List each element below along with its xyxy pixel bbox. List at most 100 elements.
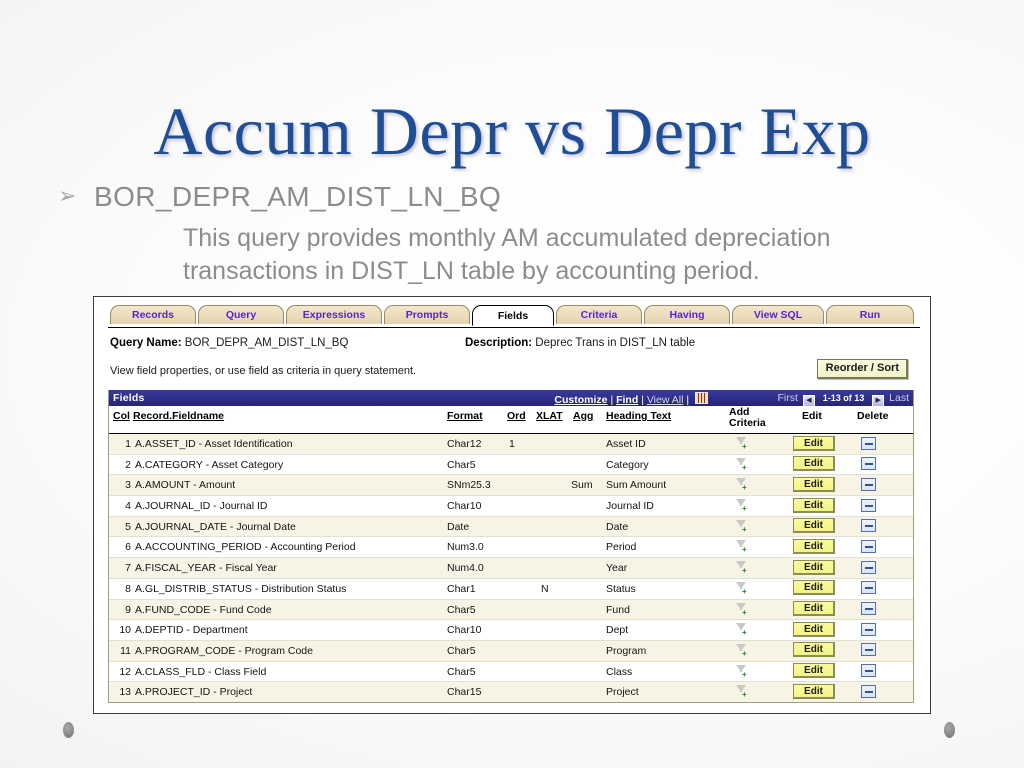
spreadsheet-download-icon[interactable] (695, 392, 708, 404)
tab-fields[interactable]: Fields (472, 305, 554, 326)
add-criteria-funnel-icon[interactable]: + (736, 540, 749, 554)
cell-format: Num4.0 (447, 562, 484, 575)
delete-button[interactable] (861, 602, 876, 615)
bullet-level2-text: This query provides monthly AM accumulat… (183, 224, 831, 286)
add-criteria-funnel-icon[interactable]: + (736, 581, 749, 596)
delete-button[interactable] (861, 539, 876, 553)
cell-format: Char1 (447, 582, 476, 595)
cell-col: 13 (119, 686, 131, 699)
cell-heading: Period (606, 541, 637, 554)
bullet-item-level1: ➢ BOR_DEPR_AM_DIST_LN_BQ (58, 181, 978, 212)
add-criteria-funnel-icon[interactable]: + (736, 685, 749, 699)
delete-button[interactable] (861, 581, 876, 595)
edit-button[interactable]: Edit (793, 559, 835, 575)
column-header-col[interactable]: Col (113, 410, 130, 422)
reorder-sort-button[interactable]: Reorder / Sort (816, 359, 908, 379)
delete-button[interactable] (861, 622, 876, 636)
add-criteria-funnel-icon[interactable]: + (736, 561, 749, 575)
column-header-xlat[interactable]: XLAT (536, 410, 563, 422)
add-criteria-funnel-icon[interactable]: + (736, 478, 749, 492)
cell-col: 2 (125, 458, 131, 471)
add-criteria-funnel-icon[interactable]: + (736, 664, 749, 679)
tab-criteria[interactable]: Criteria (556, 305, 642, 324)
page-title: Accum Depr vs Depr Exp (153, 93, 871, 169)
decorative-dot-left (63, 722, 74, 738)
tab-having[interactable]: Having (644, 305, 730, 324)
find-link[interactable]: Find (616, 394, 638, 406)
first-page-link[interactable]: First (778, 392, 798, 404)
customize-link[interactable]: Customize (554, 394, 607, 406)
cell-col: 8 (125, 582, 131, 595)
column-header-agg[interactable]: Agg (573, 410, 593, 422)
cell-xlat: N (541, 582, 549, 595)
edit-button[interactable]: Edit (793, 476, 835, 492)
delete-button[interactable] (861, 560, 876, 574)
tab-records[interactable]: Records (110, 305, 196, 324)
edit-button[interactable]: Edit (793, 456, 835, 472)
field-properties-hint: View field properties, or use field as c… (110, 365, 417, 377)
cell-col: 7 (125, 562, 131, 575)
table-row: 11 A.PROGRAM_CODE - Program Code Char5 P… (109, 640, 913, 662)
column-header-add-criteria: Add Criteria (729, 407, 766, 428)
delete-button[interactable] (861, 684, 876, 698)
edit-button[interactable]: Edit (793, 538, 835, 554)
edit-button[interactable]: Edit (793, 621, 835, 637)
add-criteria-funnel-icon[interactable]: + (736, 602, 749, 617)
table-row: 1 A.ASSET_ID - Asset Identification Char… (109, 434, 913, 455)
delete-button[interactable] (861, 643, 876, 657)
edit-button[interactable]: Edit (793, 601, 835, 616)
delete-button[interactable] (861, 477, 876, 491)
column-header-heading-text[interactable]: Heading Text (606, 410, 671, 422)
table-row: 6 A.ACCOUNTING_PERIOD - Accounting Perio… (109, 537, 913, 559)
add-criteria-funnel-icon[interactable]: + (736, 499, 749, 513)
column-header-ord[interactable]: Ord (507, 410, 526, 422)
hint-row: View field properties, or use field as c… (108, 359, 920, 385)
edit-button[interactable]: Edit (793, 497, 835, 513)
cell-format: Char15 (447, 686, 482, 699)
tab-run[interactable]: Run (826, 305, 914, 324)
bullet-list: ➢ BOR_DEPR_AM_DIST_LN_BQ This query prov… (58, 181, 978, 288)
peoplesoft-query-manager-screenshot: Records Query Expressions Prompts Fields… (93, 296, 931, 714)
grid-tools: Customize | Find | View All | (554, 392, 708, 406)
edit-button[interactable]: Edit (793, 642, 835, 658)
cell-heading: Sum Amount (606, 479, 667, 492)
table-row: 3 A.AMOUNT - Amount SNm25.3 Sum Sum Amou… (109, 475, 913, 497)
edit-button[interactable]: Edit (793, 683, 835, 699)
cell-field: A.CLASS_FLD - Class Field (135, 665, 267, 678)
view-all-link[interactable]: View All (647, 394, 684, 406)
tools-sep-2: | (641, 394, 644, 406)
cell-heading: Category (606, 458, 649, 471)
page-range-label: 1-13 of 13 (822, 393, 865, 403)
add-criteria-funnel-icon[interactable]: + (736, 623, 749, 637)
delete-button[interactable] (861, 664, 876, 678)
cell-format: Char5 (447, 665, 476, 678)
delete-button[interactable] (861, 457, 876, 471)
add-criteria-funnel-icon[interactable]: + (736, 437, 749, 451)
cell-field: A.FISCAL_YEAR - Fiscal Year (135, 562, 277, 575)
slide-canvas: Accum Depr vs Depr Exp ➢ BOR_DEPR_AM_DIS… (0, 0, 1024, 768)
edit-button[interactable]: Edit (793, 580, 835, 596)
add-criteria-funnel-icon[interactable]: + (736, 519, 749, 534)
last-page-link[interactable]: Last (889, 392, 909, 404)
cell-format: Char5 (447, 458, 476, 471)
column-header-format[interactable]: Format (447, 410, 483, 422)
add-criteria-funnel-icon[interactable]: + (736, 643, 749, 658)
tab-prompts[interactable]: Prompts (384, 305, 470, 324)
grid-title: Fields (113, 392, 145, 404)
add-criteria-line2: Criteria (729, 416, 766, 429)
cell-heading: Date (606, 520, 629, 533)
edit-button[interactable]: Edit (793, 663, 835, 679)
cell-format: Char10 (447, 624, 482, 637)
delete-button[interactable] (861, 498, 876, 512)
tools-sep-3: | (686, 394, 690, 406)
add-criteria-funnel-icon[interactable]: + (736, 457, 749, 472)
delete-button[interactable] (861, 436, 876, 450)
edit-button[interactable]: Edit (793, 518, 835, 534)
delete-button[interactable] (861, 519, 876, 533)
tab-query[interactable]: Query (198, 305, 284, 324)
tab-view-sql[interactable]: View SQL (732, 305, 824, 324)
query-name-value: BOR_DEPR_AM_DIST_LN_BQ (184, 337, 349, 349)
tab-expressions[interactable]: Expressions (286, 305, 382, 324)
column-header-record-fieldname[interactable]: Record.Fieldname (133, 410, 224, 422)
edit-button[interactable]: Edit (793, 435, 835, 451)
